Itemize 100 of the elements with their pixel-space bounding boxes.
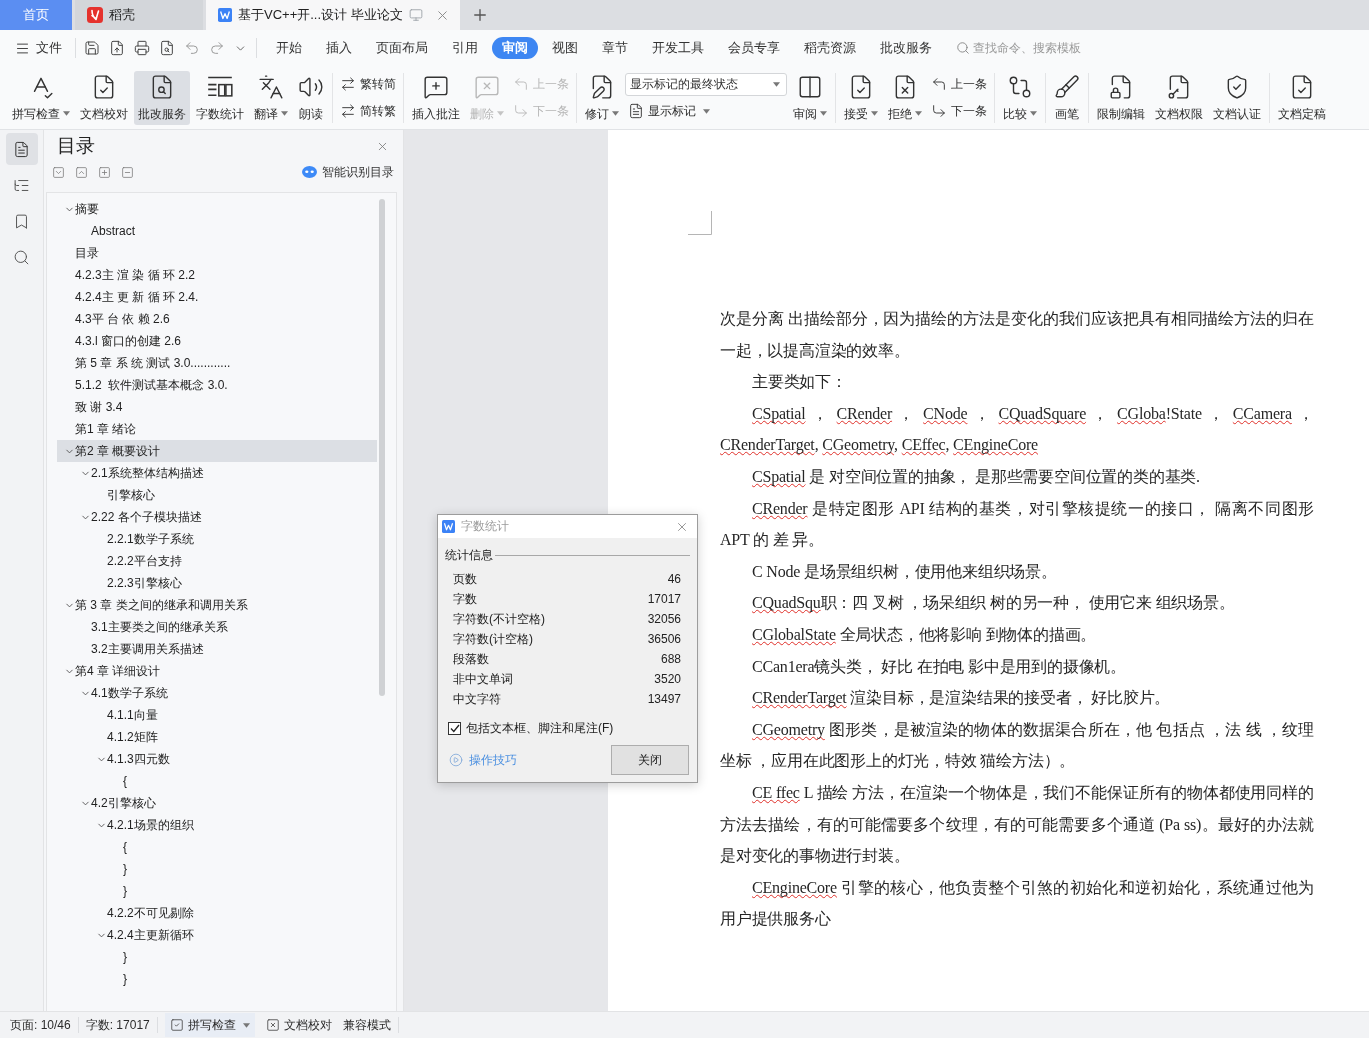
toc-item[interactable]: 第 5 章 系 统 测试 3.0............ xyxy=(57,352,377,374)
ribbon-button[interactable]: 修订 xyxy=(581,70,623,125)
redo-icon[interactable] xyxy=(209,40,225,56)
menu-tab[interactable]: 开始 xyxy=(266,37,312,59)
ribbon-button[interactable]: 审阅 xyxy=(789,70,831,125)
file-upload-icon[interactable] xyxy=(109,40,125,56)
toc-item[interactable]: 2.2.2平台支持 xyxy=(57,550,377,572)
save-icon[interactable] xyxy=(84,40,100,56)
collapse-all-icon[interactable] xyxy=(75,165,88,179)
toc-item[interactable]: 第2 章 概要设计 xyxy=(57,440,377,462)
dialog-title: 字数统计 xyxy=(461,518,509,535)
toc-item[interactable]: 4.2引擎核心 xyxy=(57,792,377,814)
menu-tab[interactable]: 视图 xyxy=(542,37,588,59)
ribbon-button[interactable]: 画笔 xyxy=(1050,70,1084,125)
stat-label: 段落数 xyxy=(453,650,489,668)
menu-tab[interactable]: 稻壳资源 xyxy=(794,37,866,59)
new-tab-icon[interactable] xyxy=(471,6,489,24)
ribbon-button[interactable]: 限制编辑 xyxy=(1093,70,1149,125)
menu-tab[interactable]: 批改服务 xyxy=(870,37,942,59)
scrollbar[interactable] xyxy=(379,199,385,696)
menu-tab[interactable]: 引用 xyxy=(442,37,488,59)
nav-button[interactable] xyxy=(5,133,38,165)
ribbon-button[interactable]: 文档定稿 xyxy=(1274,70,1330,125)
search-field[interactable]: 查找命令、搜索模板 xyxy=(973,41,1091,55)
toc-item[interactable]: 4.3平 台 依 赖 2.6 xyxy=(57,308,377,330)
menu-tab[interactable]: 插入 xyxy=(316,37,362,59)
toc-item[interactable]: 第1 章 绪论 xyxy=(57,418,377,440)
ribbon-button[interactable]: 文档校对 xyxy=(76,70,132,125)
undo-icon[interactable] xyxy=(184,40,200,56)
toc-item[interactable]: 4.1.3四元数 xyxy=(57,748,377,770)
menu-tab[interactable]: 章节 xyxy=(592,37,638,59)
toc-item[interactable]: 2.22 各个子模块描述 xyxy=(57,506,377,528)
toc-item[interactable]: 4.3.l 窗口的创建 2.6 xyxy=(57,330,377,352)
document-paragraph: 主要类如下： xyxy=(751,372,848,393)
status-button[interactable]: 文档校对 xyxy=(260,1013,337,1037)
toc-item[interactable]: 5.1.2 软件测试基本概念 3.0. xyxy=(57,374,377,396)
smart-toc-button[interactable]: 智能识别目录 xyxy=(302,163,394,181)
remove-icon[interactable] xyxy=(121,165,134,179)
close-button[interactable]: 关闭 xyxy=(611,745,689,775)
ribbon-button[interactable]: 繁转简 xyxy=(337,72,399,96)
toc-item[interactable]: 4.1数学子系统 xyxy=(57,682,377,704)
toc-item[interactable]: 3.2主要调用关系描述 xyxy=(57,638,377,660)
toc-item[interactable]: 3.1主要类之间的继承关系 xyxy=(57,616,377,638)
toc-item[interactable]: 第 3 章 类之间的继承和调用关系 xyxy=(57,594,377,616)
expand-all-icon[interactable] xyxy=(52,165,65,179)
toc-item[interactable]: } xyxy=(57,946,377,968)
toc-item[interactable]: 4.2.4主更新循环 xyxy=(57,924,377,946)
ribbon-button[interactable]: 拒绝 xyxy=(884,70,926,125)
toc-item[interactable]: 摘要 xyxy=(57,198,377,220)
toc-item[interactable]: 4.2.2不可见剔除 xyxy=(57,902,377,924)
ribbon-button[interactable]: 批改服务 xyxy=(134,70,190,125)
ribbon-button[interactable]: 下一条 xyxy=(928,99,990,123)
ribbon-button[interactable]: 文档认证 xyxy=(1209,70,1265,125)
toc-item[interactable]: { xyxy=(57,770,377,792)
menu-tab[interactable]: 页面布局 xyxy=(366,37,438,59)
toc-item[interactable]: 4.2.4主 更 新 循 环 2.4. xyxy=(57,286,377,308)
file-menu[interactable]: 文件 xyxy=(10,37,67,59)
toc-item[interactable]: 第4 章 详细设计 xyxy=(57,660,377,682)
app-logo-icon xyxy=(218,8,232,22)
ribbon-button[interactable]: 上一条 xyxy=(928,72,990,96)
ribbon-button[interactable]: 字数统计 xyxy=(192,70,248,125)
file-search-icon[interactable] xyxy=(159,40,175,56)
toc-item[interactable]: 2.2.1数学子系统 xyxy=(57,528,377,550)
toc-item[interactable]: } xyxy=(57,968,377,990)
menu-tab[interactable]: 审阅 xyxy=(492,37,538,59)
toc-item[interactable]: { xyxy=(57,836,377,858)
tab[interactable]: 稻壳 xyxy=(75,0,203,30)
tab[interactable]: 基于VC++开...设计 毕业论文 xyxy=(206,0,460,30)
toc-item[interactable]: } xyxy=(57,858,377,880)
ribbon-button[interactable]: 比较 xyxy=(999,70,1041,125)
ribbon-button[interactable]: 简转繁 xyxy=(337,99,399,123)
toc-item[interactable]: 4.2.3主 渲 染 循 环 2.2 xyxy=(57,264,377,286)
checkbox[interactable] xyxy=(448,721,461,735)
monitor-icon[interactable] xyxy=(408,8,423,22)
add-icon[interactable] xyxy=(98,165,111,179)
ribbon-button[interactable]: 接受 xyxy=(840,70,882,125)
ribbon-button[interactable]: 插入批注 xyxy=(408,70,464,125)
ribbon-button[interactable]: 朗读 xyxy=(294,70,328,125)
toc-item[interactable]: Abstract xyxy=(57,220,377,242)
toc-item[interactable]: 引擎核心 xyxy=(57,484,377,506)
toc-item[interactable]: 4.1.1向量 xyxy=(57,704,377,726)
print-icon[interactable] xyxy=(134,40,150,56)
toc-item[interactable]: 2.2.3引擎核心 xyxy=(57,572,377,594)
panel-title: 目录 xyxy=(57,134,95,158)
ribbon-button[interactable]: 翻译 xyxy=(250,70,292,125)
toc-item[interactable]: 4.2.1场景的组织 xyxy=(57,814,377,836)
toc-item[interactable]: 4.1.2矩阵 xyxy=(57,726,377,748)
toc-item[interactable]: 2.1系统整体结构描述 xyxy=(57,462,377,484)
toc-item[interactable]: } xyxy=(57,880,377,902)
search-icon xyxy=(956,41,970,55)
menu-tab[interactable]: 开发工具 xyxy=(642,37,714,59)
ribbon-button[interactable]: 显示标记 xyxy=(625,99,787,123)
toc-item[interactable]: 目录 xyxy=(57,242,377,264)
ribbon-button[interactable]: 文档权限 xyxy=(1151,70,1207,125)
checkbox-label[interactable]: 包括文本框、脚注和尾注(F) xyxy=(466,719,614,737)
status-button[interactable]: 拼写检查 xyxy=(164,1013,255,1037)
menu-tab[interactable]: 会员专享 xyxy=(718,37,790,59)
ribbon-button[interactable]: 拼写检查 xyxy=(8,70,74,125)
toc-item[interactable]: 致 谢 3.4 xyxy=(57,396,377,418)
dropdown-field[interactable]: 显示标记的最终状态 xyxy=(625,72,787,96)
